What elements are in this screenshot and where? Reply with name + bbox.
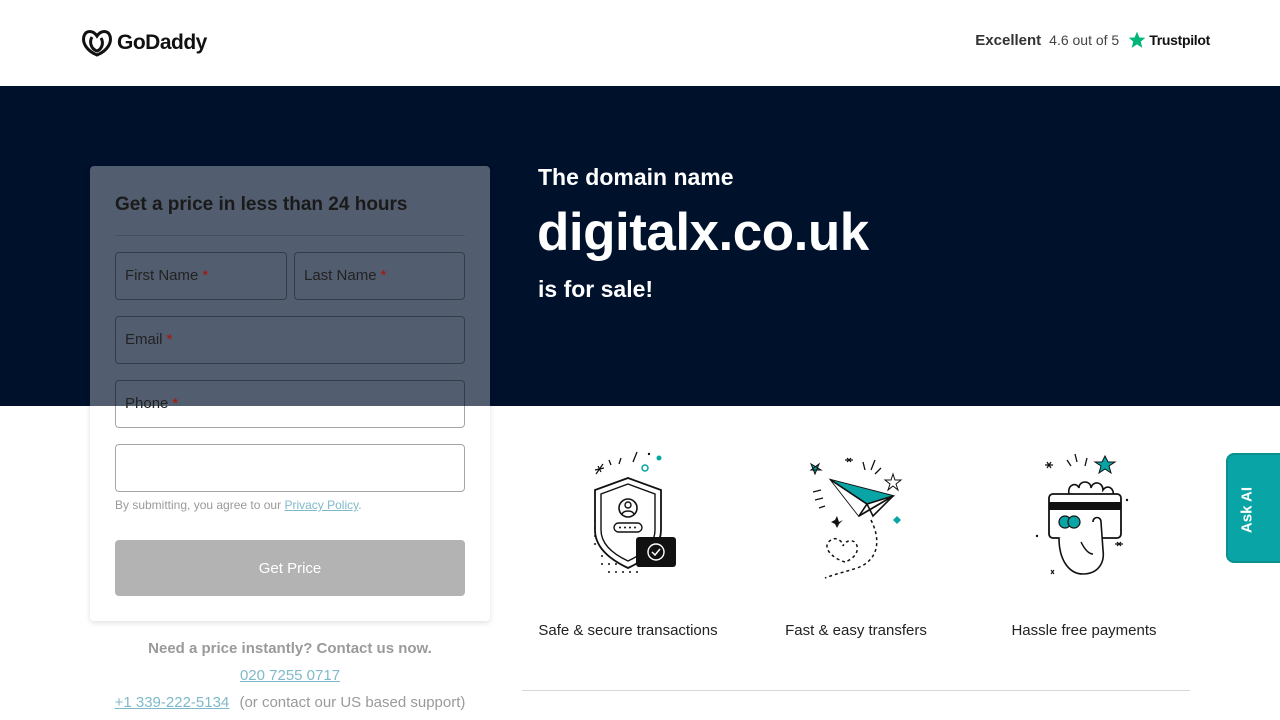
us-support-note: (or contact our US based support) bbox=[239, 694, 466, 711]
get-price-button[interactable]: Get Price bbox=[115, 540, 465, 596]
email-label: Email bbox=[125, 331, 163, 348]
feature-label: Fast & easy transfers bbox=[785, 622, 927, 639]
required-mark: * bbox=[172, 395, 179, 412]
phone-label: Phone bbox=[125, 395, 169, 412]
rating-score: 4.6 out of 5 bbox=[1049, 32, 1120, 48]
card-hand-icon bbox=[1035, 453, 1129, 575]
us-contact-line: +1 339-222-5134 (or contact our US based… bbox=[90, 694, 490, 711]
contact-section: Need a price instantly? Contact us now. … bbox=[90, 640, 490, 711]
trustpilot-label: Trustpilot bbox=[1149, 32, 1210, 48]
required-mark: * bbox=[202, 267, 209, 284]
paper-plane-icon bbox=[809, 457, 903, 579]
privacy-suffix: . bbox=[358, 498, 362, 512]
trustpilot-rating[interactable]: Excellent 4.6 out of 5 Trustpilot bbox=[975, 30, 1210, 50]
form-divider bbox=[115, 235, 465, 236]
feature-payments: Hassle free payments bbox=[974, 450, 1194, 639]
contact-prompt: Need a price instantly? Contact us now. bbox=[148, 640, 432, 657]
feature-label: Hassle free payments bbox=[1011, 622, 1157, 639]
trustpilot-brand: Trustpilot bbox=[1127, 30, 1210, 50]
logo-text: GoDaddy bbox=[117, 31, 207, 54]
privacy-notice: By submitting, you agree to our Privacy … bbox=[115, 498, 362, 512]
email-field[interactable]: Email * bbox=[115, 316, 465, 364]
us-phone-link[interactable]: +1 339-222-5134 bbox=[115, 694, 230, 711]
domain-name-heading: digitalx.co.uk bbox=[537, 203, 869, 262]
feature-secure: Safe & secure transactions bbox=[518, 450, 738, 639]
hero-for-sale: is for sale! bbox=[538, 276, 654, 302]
ask-ai-label: Ask AI bbox=[1238, 486, 1256, 534]
godaddy-logo-icon bbox=[82, 30, 112, 57]
price-request-form: Get a price in less than 24 hours First … bbox=[90, 166, 490, 621]
privacy-policy-link[interactable]: Privacy Policy bbox=[284, 498, 358, 512]
hero-intro: The domain name bbox=[538, 164, 734, 190]
last-name-field[interactable]: Last Name * bbox=[294, 252, 465, 300]
first-name-label: First Name bbox=[125, 267, 199, 284]
godaddy-logo[interactable]: GoDaddy bbox=[81, 28, 207, 58]
form-title: Get a price in less than 24 hours bbox=[115, 194, 408, 215]
section-divider bbox=[522, 690, 1190, 691]
ask-ai-button[interactable]: Ask AI bbox=[1226, 453, 1280, 563]
feature-transfers: Fast & easy transfers bbox=[746, 450, 966, 639]
feature-label: Safe & secure transactions bbox=[538, 622, 718, 639]
uk-phone-link[interactable]: 020 7255 0717 bbox=[90, 667, 490, 684]
required-mark: * bbox=[166, 331, 173, 348]
rating-word: Excellent bbox=[975, 31, 1042, 49]
star-icon bbox=[1128, 31, 1146, 48]
shield-icon bbox=[594, 451, 676, 573]
last-name-label: Last Name bbox=[304, 267, 377, 284]
site-header: GoDaddy Excellent 4.6 out of 5 Trustpilo… bbox=[0, 0, 1280, 86]
privacy-prefix: By submitting, you agree to our bbox=[115, 498, 282, 512]
required-mark: * bbox=[380, 267, 387, 284]
first-name-field[interactable]: First Name * bbox=[115, 252, 287, 300]
phone-field[interactable]: Phone * bbox=[115, 380, 465, 428]
offer-field[interactable] bbox=[115, 444, 465, 492]
